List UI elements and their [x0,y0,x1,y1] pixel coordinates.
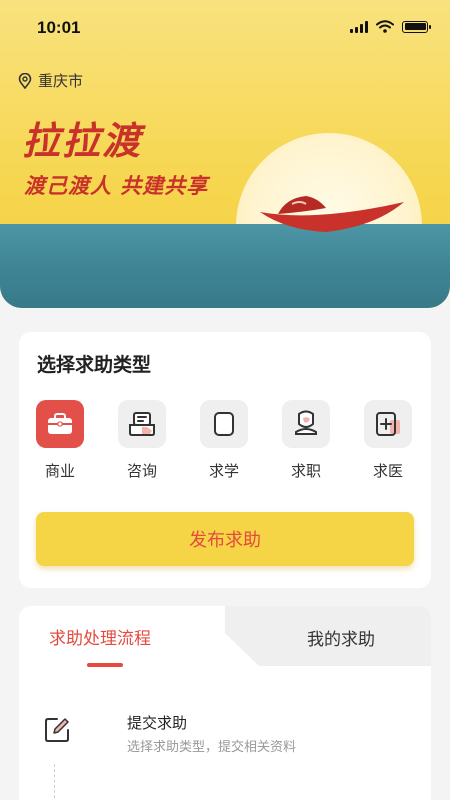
hero-banner: 10:01 重庆市 拉拉渡 渡己渡人 共建共享 [0,0,450,308]
brand-slogan: 渡己渡人 共建共享 [24,174,209,198]
process-card: 求助处理流程 我的求助 提交求助 选择求助类型，提交相关资料 [19,606,431,800]
study-icon [200,400,248,448]
process-step: 提交求助 选择求助类型，提交相关资料 [19,702,431,772]
step-connector [54,764,55,800]
medical-icon [364,400,412,448]
help-type-title: 选择求助类型 [37,354,152,376]
status-icons [350,20,431,33]
edit-icon [45,718,69,742]
consult-icon [118,400,166,448]
tab-process-flow-label[interactable]: 求助处理流程 [49,624,151,649]
publish-help-button[interactable]: 发布求助 [36,512,414,566]
type-item-consult[interactable]: 咨询 [101,400,183,481]
help-type-card: 选择求助类型 商业 咨询 求学 求职 求医 发布求助 [19,332,431,588]
location-selector[interactable]: 重庆市 [18,70,83,91]
status-time: 10:01 [37,18,81,37]
signal-icon [350,20,368,33]
status-bar: 10:01 [0,0,450,56]
battery-icon [402,20,431,33]
brand-title: 拉拉渡 [22,119,143,163]
type-label: 求职 [290,462,321,480]
type-item-job[interactable]: 求职 [265,400,347,481]
sea-illustration [0,224,450,308]
briefcase-icon [36,400,84,448]
active-tab-indicator [87,663,123,667]
type-item-medical[interactable]: 求医 [347,400,429,481]
type-item-business[interactable]: 商业 [19,400,101,481]
job-icon [282,400,330,448]
location-pin-icon [18,72,32,89]
wifi-icon [376,20,394,33]
help-type-list: 商业 咨询 求学 求职 求医 [19,400,431,481]
boat-illustration [260,196,404,232]
location-city: 重庆市 [38,72,84,90]
step-title: 提交求助 [127,714,188,732]
type-label: 商业 [44,462,75,480]
type-label: 求学 [208,462,239,480]
type-item-study[interactable]: 求学 [183,400,265,481]
type-label: 求医 [372,462,403,480]
tab-my-help-label[interactable]: 我的求助 [307,625,375,650]
step-description: 选择求助类型，提交相关资料 [127,740,297,755]
type-label: 咨询 [126,462,157,480]
